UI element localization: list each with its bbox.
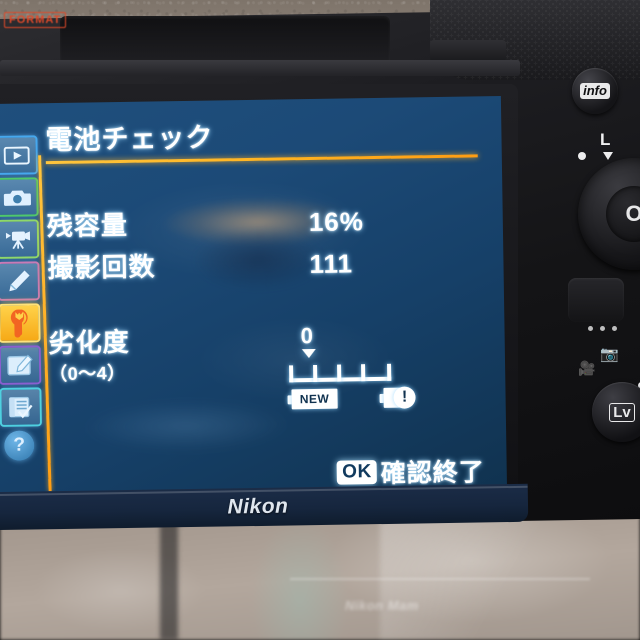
info-icon: info bbox=[580, 83, 610, 99]
gauge-tick bbox=[361, 364, 366, 382]
sidebar-item-shooting-menu[interactable] bbox=[0, 177, 39, 217]
speaker-holes-icon bbox=[588, 326, 617, 331]
play-icon bbox=[3, 145, 30, 165]
degradation-label: 劣化度 bbox=[48, 326, 130, 359]
sidebar-item-custom-menu[interactable] bbox=[0, 261, 40, 301]
menu-sidebar[interactable]: ? bbox=[0, 135, 45, 462]
gauge-tick bbox=[337, 364, 342, 382]
table-row: 撮影回数 111 bbox=[47, 241, 488, 290]
row-value-remaining: 16% bbox=[308, 206, 365, 238]
camera-icon bbox=[3, 187, 31, 207]
gauge-tick bbox=[313, 364, 318, 383]
row-label-shots: 撮影回数 bbox=[47, 251, 156, 284]
gauge-scale bbox=[289, 359, 392, 383]
thumb-rest bbox=[568, 278, 624, 322]
brush-icon bbox=[6, 353, 34, 377]
sidebar-item-my-menu[interactable] bbox=[0, 387, 42, 427]
sidebar-item-playback-menu[interactable] bbox=[0, 135, 39, 175]
sidebar-item-retouch-menu[interactable] bbox=[0, 345, 42, 385]
movie-icon bbox=[4, 228, 32, 250]
background-bag-text: Nikon Mam bbox=[345, 598, 419, 613]
new-battery-icon: NEW bbox=[287, 388, 338, 410]
dial-center-label[interactable]: O bbox=[606, 186, 640, 242]
lock-marker-label: L bbox=[600, 130, 611, 149]
question-icon: ? bbox=[4, 430, 35, 461]
degradation-value: 0 bbox=[300, 323, 314, 349]
live-view-icon: Lv bbox=[609, 402, 635, 422]
worn-battery-icon: ! bbox=[379, 386, 416, 409]
camera-top-ridge bbox=[0, 60, 520, 76]
dial-index-dot-icon bbox=[578, 152, 586, 160]
row-label-remaining: 残容量 bbox=[46, 209, 129, 242]
sidebar-item-help[interactable]: ? bbox=[0, 429, 38, 462]
page-title: 電池チェック bbox=[45, 122, 214, 156]
gauge-tick bbox=[289, 365, 294, 383]
degradation-row: 劣化度 （0〜4） 0 NEW ! bbox=[48, 321, 489, 415]
sidebar-item-setup-menu[interactable] bbox=[0, 303, 41, 343]
pencil-icon bbox=[5, 268, 31, 294]
gauge-pointer-icon bbox=[301, 348, 316, 359]
battery-info-rows: 残容量 16% 撮影回数 111 bbox=[47, 199, 488, 290]
degradation-gauge: 0 NEW ! bbox=[286, 322, 416, 412]
screen-content: 電池チェック 残容量 16% 撮影回数 111 劣化度 （0〜4） 0 NEW … bbox=[45, 116, 490, 488]
format-label: FORMAT bbox=[4, 12, 67, 28]
viewfinder-tab bbox=[430, 40, 506, 62]
row-value-shots: 111 bbox=[309, 248, 354, 280]
degradation-range: （0〜4） bbox=[48, 362, 126, 385]
warning-exclamation-icon: ! bbox=[393, 386, 416, 409]
background-bag-edge bbox=[290, 578, 590, 580]
new-battery-label: NEW bbox=[291, 388, 338, 410]
movie-mode-icon: 🎥 bbox=[578, 360, 596, 376]
sidebar-item-movie-menu[interactable] bbox=[0, 219, 40, 259]
checklist-icon bbox=[6, 395, 34, 419]
table-row: 残容量 16% bbox=[47, 199, 488, 248]
gauge-tick bbox=[387, 363, 392, 381]
lcd-screen: ? 電池チェック 残容量 16% 撮影回数 111 劣化度 （0〜4） 0 NE… bbox=[0, 96, 508, 502]
wrench-icon bbox=[8, 308, 30, 338]
degradation-label-group: 劣化度 （0〜4） bbox=[48, 325, 279, 387]
ok-button-chip[interactable]: OK bbox=[337, 460, 377, 485]
gauge-endpoints: NEW ! bbox=[287, 386, 416, 412]
screenshot-scene: Nikon Mam FORMAT ? 電池チェック 残容量 16% 撮影回数 1… bbox=[0, 0, 640, 640]
info-button[interactable]: info bbox=[572, 68, 618, 114]
still-photo-mode-icon: 📷 bbox=[600, 346, 619, 363]
